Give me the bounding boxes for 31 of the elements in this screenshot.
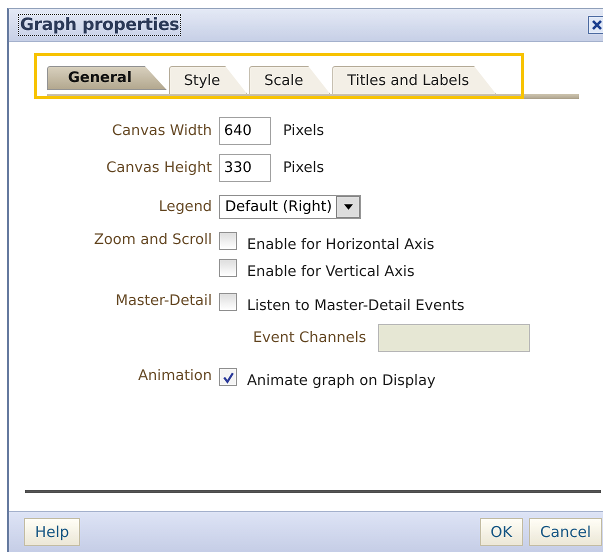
window-title: Graph properties xyxy=(18,14,182,36)
field-label: Zoom and Scroll xyxy=(92,232,212,248)
input-field[interactable]: 640 xyxy=(219,117,271,145)
field-label: Canvas Height xyxy=(105,160,212,176)
checkbox-label: Enable for Vertical Axis xyxy=(247,264,415,280)
field-label: Canvas Width xyxy=(111,123,212,139)
input-field[interactable]: 330 xyxy=(219,154,271,182)
legend-dropdown[interactable]: Default (Right) xyxy=(219,195,362,219)
checkbox[interactable] xyxy=(219,259,237,277)
checkbox-label: Enable for Horizontal Axis xyxy=(247,237,434,253)
ok-button[interactable]: OK xyxy=(480,518,524,546)
checkbox[interactable] xyxy=(219,232,237,250)
tab[interactable]: Style xyxy=(168,66,248,94)
cancel-button[interactable]: Cancel xyxy=(529,518,602,546)
unit-label: Pixels xyxy=(283,160,324,176)
tab[interactable]: Titles and Labels xyxy=(332,66,496,94)
field-label: Animation xyxy=(137,368,212,384)
checkbox-label: Animate graph on Display xyxy=(247,373,436,389)
checkbox[interactable] xyxy=(219,368,237,386)
checkmark-icon xyxy=(222,370,234,384)
unit-label: Pixels xyxy=(283,123,324,139)
field-label: Event Channels xyxy=(253,330,366,346)
tab[interactable]: Scale xyxy=(249,66,330,94)
caret-icon xyxy=(344,204,353,210)
help-button[interactable]: Help xyxy=(24,518,80,546)
tab[interactable]: General xyxy=(47,66,167,90)
checkbox[interactable] xyxy=(219,293,237,311)
checkbox-label: Listen to Master-Detail Events xyxy=(247,298,464,314)
close-button[interactable] xyxy=(588,16,603,34)
field-label: Legend xyxy=(158,199,212,215)
field-label: Master-Detail xyxy=(114,293,212,309)
